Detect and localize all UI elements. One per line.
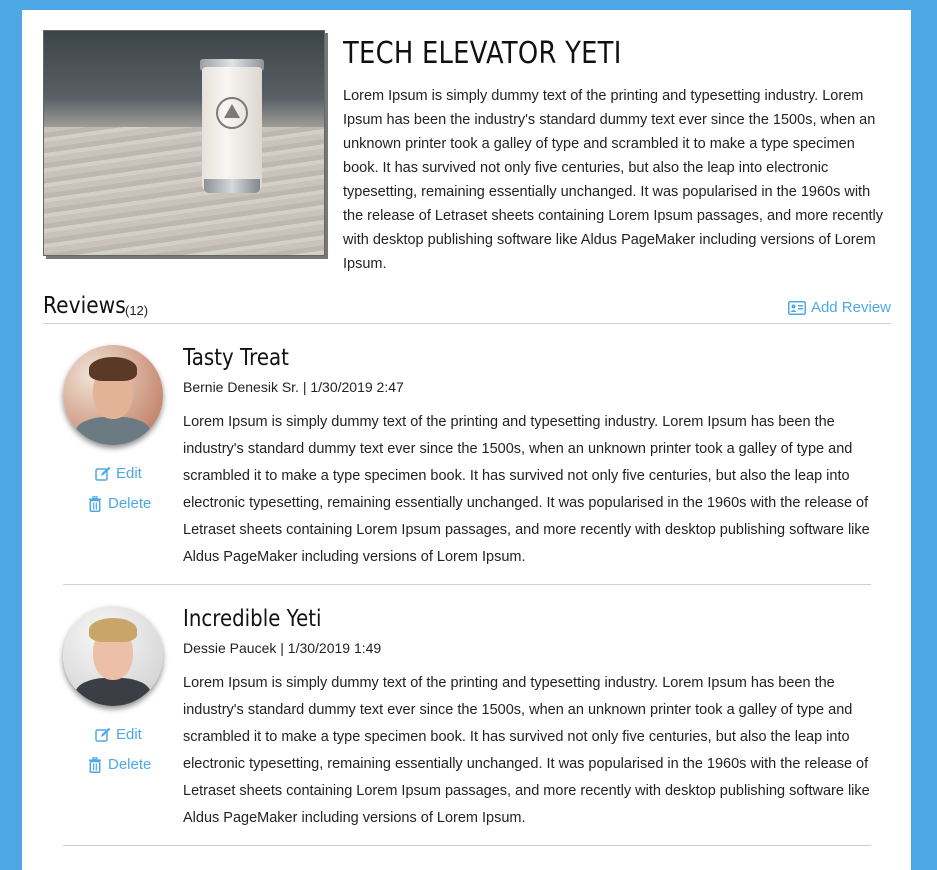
review-meta: Bernie Denesik Sr. | 1/30/2019 2:47 [183, 379, 404, 395]
product-description: Lorem Ipsum is simply dummy text of the … [343, 88, 884, 272]
review-meta: Dessie Paucek | 1/30/2019 1:49 [183, 640, 382, 656]
avatar [63, 345, 163, 445]
delete-label: Delete [108, 495, 152, 512]
review-item: Edit Delete Tasty Treat Bernie Denesik S… [63, 345, 871, 585]
address-card-icon [787, 300, 806, 315]
add-review-label: Add Review [810, 299, 891, 316]
review-body: Lorem Ipsum is simply dummy text of the … [183, 414, 870, 565]
edit-review-button[interactable]: Edit [95, 726, 151, 743]
delete-review-button[interactable]: Delete [87, 495, 151, 512]
reviews-heading: Reviews [43, 293, 126, 319]
avatar [63, 606, 163, 706]
trash-icon [89, 756, 101, 773]
review-title: Tasty Treat [183, 345, 289, 371]
edit-icon [95, 727, 111, 742]
review-body: Lorem Ipsum is simply dummy text of the … [183, 675, 870, 826]
review-item: Edit Delete Incredible Yeti Dessie Pauce… [63, 606, 871, 846]
reviews-count: (12) [125, 303, 149, 318]
review-title: Incredible Yeti [183, 606, 322, 632]
edit-label: Edit [116, 465, 142, 482]
trash-icon [89, 495, 101, 512]
delete-review-button[interactable]: Delete [87, 756, 151, 773]
edit-review-button[interactable]: Edit [95, 465, 151, 482]
product-title: TECH ELEVATOR YETI [343, 36, 622, 71]
add-review-button[interactable]: Add Review [787, 299, 891, 316]
edit-label: Edit [116, 726, 142, 743]
product-image [43, 30, 325, 256]
edit-icon [95, 466, 111, 481]
reviews-header: Reviews (12) Add Review [43, 293, 891, 324]
delete-label: Delete [108, 756, 152, 773]
product-card: TECH ELEVATOR YETI Lorem Ipsum is simply… [22, 10, 911, 870]
